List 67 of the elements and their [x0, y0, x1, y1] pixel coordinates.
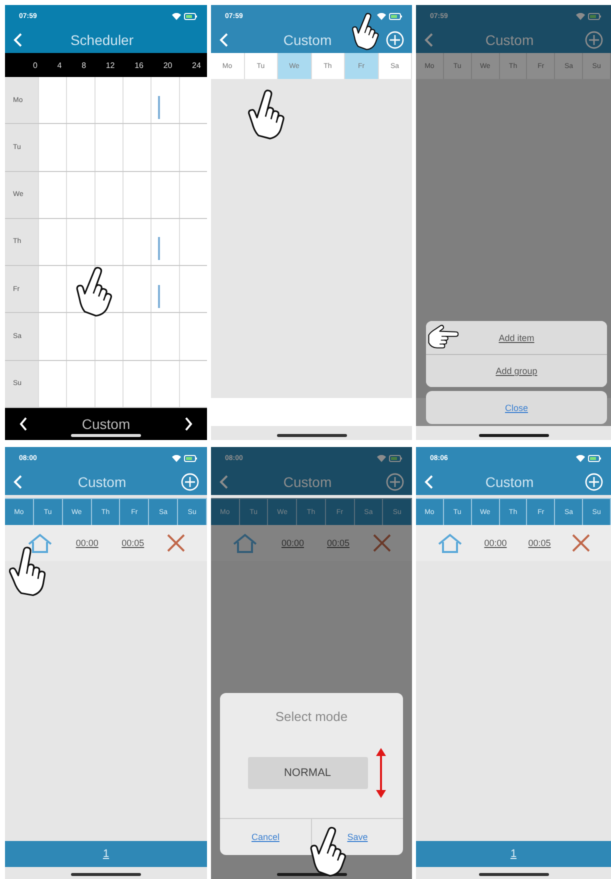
wifi-icon: [172, 12, 181, 20]
battery-icon: [184, 454, 197, 462]
add-icon[interactable]: [584, 473, 603, 491]
back-icon[interactable]: [424, 33, 434, 47]
mode-picker-value[interactable]: NORMAL: [248, 757, 368, 789]
home-indicator: [276, 434, 346, 437]
add-icon[interactable]: [386, 473, 404, 491]
screen-title: Custom: [78, 474, 126, 490]
battery-icon: [588, 12, 601, 20]
hour-label: 24: [192, 60, 201, 70]
wifi-icon: [576, 454, 585, 462]
schedule-name: Custom: [82, 416, 130, 432]
home-indicator: [478, 873, 548, 876]
scroll-arrow-icon: [376, 748, 386, 798]
hour-label: 12: [106, 60, 115, 70]
wifi-icon: [377, 12, 386, 20]
delete-icon[interactable]: [167, 534, 186, 552]
home-indicator: [71, 873, 141, 876]
home-indicator: [478, 434, 548, 437]
house-icon: [436, 532, 463, 554]
end-time-link[interactable]: 00:05: [326, 538, 350, 548]
previous-icon[interactable]: [19, 417, 28, 431]
house-icon: [232, 532, 258, 554]
hour-label: 16: [134, 60, 144, 70]
battery-icon: [184, 12, 197, 20]
close-button[interactable]: Close: [426, 391, 607, 424]
home-indicator: [71, 434, 141, 437]
start-time-link[interactable]: 00:00: [484, 538, 507, 548]
battery-icon: [389, 454, 402, 462]
dialog-title: Select mode: [275, 709, 348, 724]
end-time-link[interactable]: 00:05: [528, 538, 551, 548]
wifi-icon: [377, 454, 386, 462]
back-icon[interactable]: [424, 475, 434, 489]
wifi-icon: [172, 454, 181, 462]
screen-title: Custom: [283, 32, 332, 48]
screen-title: Custom: [283, 474, 332, 490]
action-sheet-option[interactable]: Add group: [426, 354, 607, 387]
schedule-item[interactable]: 00:00 00:05: [5, 525, 207, 561]
back-icon[interactable]: [13, 33, 23, 47]
house-icon: [26, 532, 53, 554]
delete-icon[interactable]: [572, 534, 590, 552]
start-time-link[interactable]: 00:00: [76, 538, 98, 548]
add-icon[interactable]: [386, 31, 404, 49]
end-time-link[interactable]: 00:05: [122, 538, 144, 548]
hour-label: 0: [33, 60, 38, 70]
wifi-icon: [576, 12, 585, 20]
back-icon[interactable]: [219, 475, 229, 489]
schedule-item[interactable]: 00:00 00:05: [416, 525, 611, 561]
page-number-link[interactable]: 1: [102, 848, 110, 860]
add-icon[interactable]: [584, 31, 603, 49]
battery-icon: [389, 12, 402, 20]
page-number-link[interactable]: 1: [510, 848, 517, 860]
battery-icon: [588, 454, 601, 462]
cancel-button[interactable]: Cancel: [220, 819, 311, 855]
screen-title: Scheduler: [70, 32, 134, 48]
hour-label: 8: [82, 60, 86, 70]
hour-label: 20: [163, 60, 172, 70]
next-icon[interactable]: [184, 417, 193, 431]
screen-title: Custom: [485, 32, 534, 48]
start-time-link[interactable]: 00:00: [281, 538, 304, 548]
back-icon[interactable]: [219, 33, 229, 47]
back-icon[interactable]: [13, 475, 23, 489]
screen-title: Custom: [485, 474, 534, 490]
hand-pointer-drawing: [426, 324, 459, 350]
hour-label: 4: [57, 60, 62, 70]
add-icon[interactable]: [180, 473, 199, 491]
delete-icon[interactable]: [372, 534, 390, 552]
